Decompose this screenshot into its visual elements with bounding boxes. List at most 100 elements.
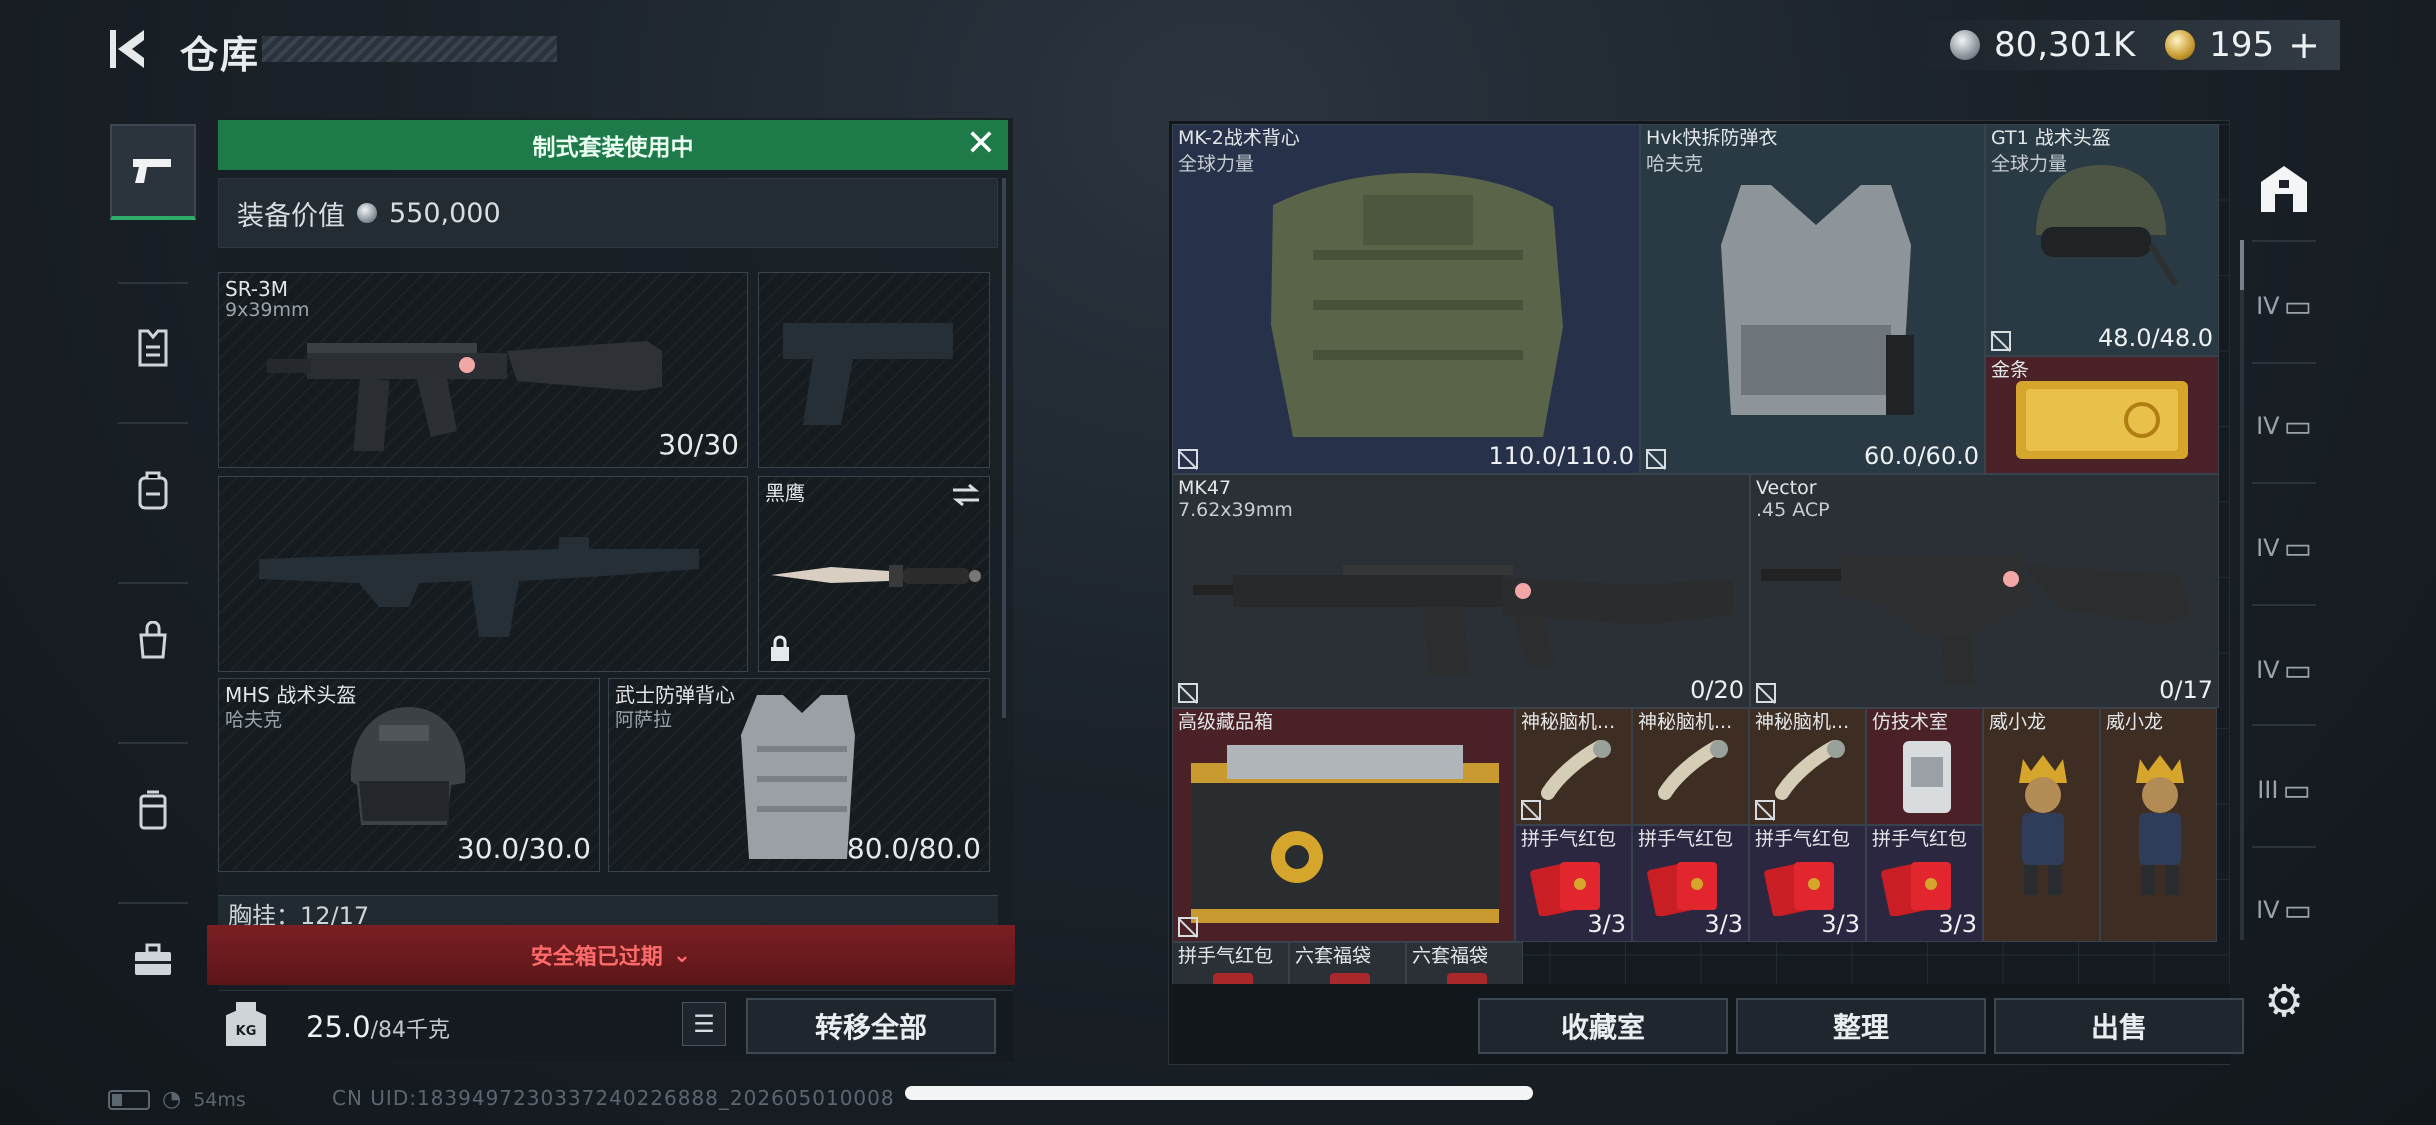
item-name: GT1 战术头盔 <box>1991 127 2111 149</box>
stash-item[interactable]: 金条 <box>1985 356 2219 474</box>
mk2-vest-icon <box>1271 173 1563 437</box>
stash-item[interactable]: 威小龙 <box>1983 708 2100 942</box>
stash-item[interactable]: 拼手气红包 3/3 <box>1866 825 1983 942</box>
stash-item[interactable]: 神秘脑机... <box>1749 708 1866 825</box>
slot-melee[interactable]: 黑鹰 <box>758 476 990 672</box>
stash-item[interactable]: GT1 战术头盔 全球力量 48.0/48.0 <box>1985 124 2219 356</box>
item-name: 拼手气红包 <box>1755 828 1851 850</box>
stash-tab-2[interactable]: IV ▭ <box>2248 378 2320 474</box>
stash-scrollbar-thumb[interactable] <box>2240 240 2244 290</box>
title-decoration <box>262 36 557 62</box>
silver-balance: 80,301K <box>1993 25 2136 65</box>
item-name: 威小龙 <box>1989 711 2047 733</box>
stack-count: 3/3 <box>1587 910 1626 938</box>
red-packet-icon <box>1647 862 1717 916</box>
loadout-scrollbar[interactable] <box>1002 178 1006 718</box>
add-currency-button[interactable]: + <box>2288 23 2320 67</box>
item-name: Vector <box>1756 477 1817 499</box>
stack-count: 3/3 <box>1704 910 1743 938</box>
stack-count: 3/3 <box>1938 910 1977 938</box>
no-insure-icon <box>1755 800 1775 820</box>
no-insure-icon <box>1178 449 1198 469</box>
close-icon[interactable]: ✕ <box>964 126 998 162</box>
ammo-count: 30/30 <box>658 428 739 461</box>
item-brand: 哈夫克 <box>1646 153 1704 175</box>
durability: 60.0/60.0 <box>1864 442 1979 470</box>
backpack-icon <box>138 471 168 510</box>
chest-rig-row[interactable]: 胸挂：12/17 <box>218 895 998 925</box>
item-name: 威小龙 <box>2106 711 2164 733</box>
nav-backpack[interactable] <box>110 442 196 538</box>
collection-room-button[interactable]: 收藏室 <box>1478 998 1728 1054</box>
stash-item[interactable]: 拼手气红包 3/3 <box>1515 825 1632 942</box>
gold-coin-icon <box>2165 30 2196 60</box>
slot-secondary-weapon[interactable] <box>218 476 748 672</box>
stash-item[interactable]: 六套福袋 <box>1406 942 1523 984</box>
pistol-placeholder-icon <box>783 323 953 425</box>
stash-item[interactable]: 神秘脑机... <box>1632 708 1749 825</box>
stash-item[interactable]: 六套福袋 <box>1289 942 1406 984</box>
folder-plus-icon: ▭ <box>2283 652 2312 688</box>
page-title: 仓库 <box>180 33 261 77</box>
slot-primary-weapon[interactable]: SR-3M 9x39mm 30/30 <box>218 272 748 468</box>
nav-tools[interactable] <box>110 912 196 1008</box>
item-name: Hvk快拆防弹衣 <box>1646 127 1778 149</box>
stash-tab-5[interactable]: III ▭ <box>2248 742 2320 838</box>
ping: 54ms <box>193 1088 246 1111</box>
nav-armor[interactable] <box>110 300 196 396</box>
stash-tab-4[interactable]: IV ▭ <box>2248 622 2320 718</box>
stash-item[interactable]: MK-2战术背心 全球力量 110.0/110.0 <box>1172 124 1640 474</box>
stash-item[interactable]: 高级藏品箱 <box>1172 708 1515 942</box>
stash-scrollbar[interactable] <box>2240 240 2244 940</box>
swap-icon[interactable] <box>951 483 981 507</box>
stash-item[interactable]: 威小龙 <box>2100 708 2217 942</box>
stash-tab-3[interactable]: IV ▭ <box>2248 500 2320 596</box>
nav-pouch[interactable] <box>110 762 196 858</box>
stash-tab-all[interactable] <box>2248 140 2320 236</box>
brain-chip-icon <box>1775 740 1845 800</box>
no-insure-icon <box>1178 683 1198 703</box>
lucky-bag-icon <box>1330 973 1370 984</box>
stash-item[interactable]: 拼手气红包 3/3 <box>1749 825 1866 942</box>
list-view-button[interactable]: ☰ <box>682 1002 726 1046</box>
stash-item[interactable]: 仿技术室 <box>1866 708 1983 825</box>
durability: 80.0/80.0 <box>846 832 981 865</box>
item-name: 拼手气红包 <box>1638 828 1734 850</box>
tab-divider <box>2252 482 2316 484</box>
durability: 110.0/110.0 <box>1488 442 1635 470</box>
slot-sidearm[interactable] <box>758 272 990 468</box>
sort-button[interactable]: 整理 <box>1736 998 1986 1054</box>
item-name: MHS 战术头盔 <box>225 683 357 707</box>
stash-tab-1[interactable]: IV ▭ <box>2248 258 2320 354</box>
durability: 48.0/48.0 <box>2098 324 2213 352</box>
equipment-value-label: 装备价值 <box>237 200 345 232</box>
weixiaolong-figure-icon <box>2019 755 2067 895</box>
slot-helmet[interactable]: MHS 战术头盔 哈夫克 30.0/30.0 <box>218 678 600 872</box>
stash-tab-6[interactable]: IV ▭ <box>2248 862 2320 958</box>
home-indicator[interactable] <box>905 1086 1533 1100</box>
tab-tier-label: III <box>2257 776 2279 804</box>
slot-body-armor[interactable]: 武士防弹背心 阿萨拉 80.0/80.0 <box>608 678 990 872</box>
stash-item[interactable]: MK47 7.62x39mm 0/20 <box>1172 474 1750 708</box>
stash-item[interactable]: 神秘脑机... <box>1515 708 1632 825</box>
item-caliber: 7.62x39mm <box>1178 499 1293 521</box>
list-icon: ☰ <box>693 1010 715 1038</box>
stash-item[interactable]: 拼手气红包 <box>1172 942 1289 984</box>
lucky-bag-icon <box>1447 973 1487 984</box>
ammo-count: 0/17 <box>2159 676 2213 704</box>
stash-item[interactable]: Hvk快拆防弹衣 哈夫克 60.0/60.0 <box>1640 124 1985 474</box>
chevron-down-icon: ⌄ <box>672 942 692 968</box>
nav-weapons[interactable] <box>110 124 196 220</box>
silver-coin-icon <box>357 203 377 223</box>
safe-box-expired-bar[interactable]: 安全箱已过期 ⌄ <box>207 925 1015 985</box>
settings-gear-icon[interactable]: ⚙ <box>2262 980 2306 1024</box>
vest-icon <box>138 329 168 367</box>
sell-button[interactable]: 出售 <box>1994 998 2244 1054</box>
sr3m-rifle-icon <box>267 341 662 451</box>
stash-item[interactable]: 拼手气红包 3/3 <box>1632 825 1749 942</box>
stash-item[interactable]: Vector .45 ACP 0/17 <box>1750 474 2219 708</box>
back-arrow-icon[interactable] <box>108 26 152 72</box>
transfer-all-button[interactable]: 转移全部 <box>746 998 996 1054</box>
nav-bag[interactable] <box>110 592 196 688</box>
mk47-rifle-icon <box>1193 565 1733 675</box>
